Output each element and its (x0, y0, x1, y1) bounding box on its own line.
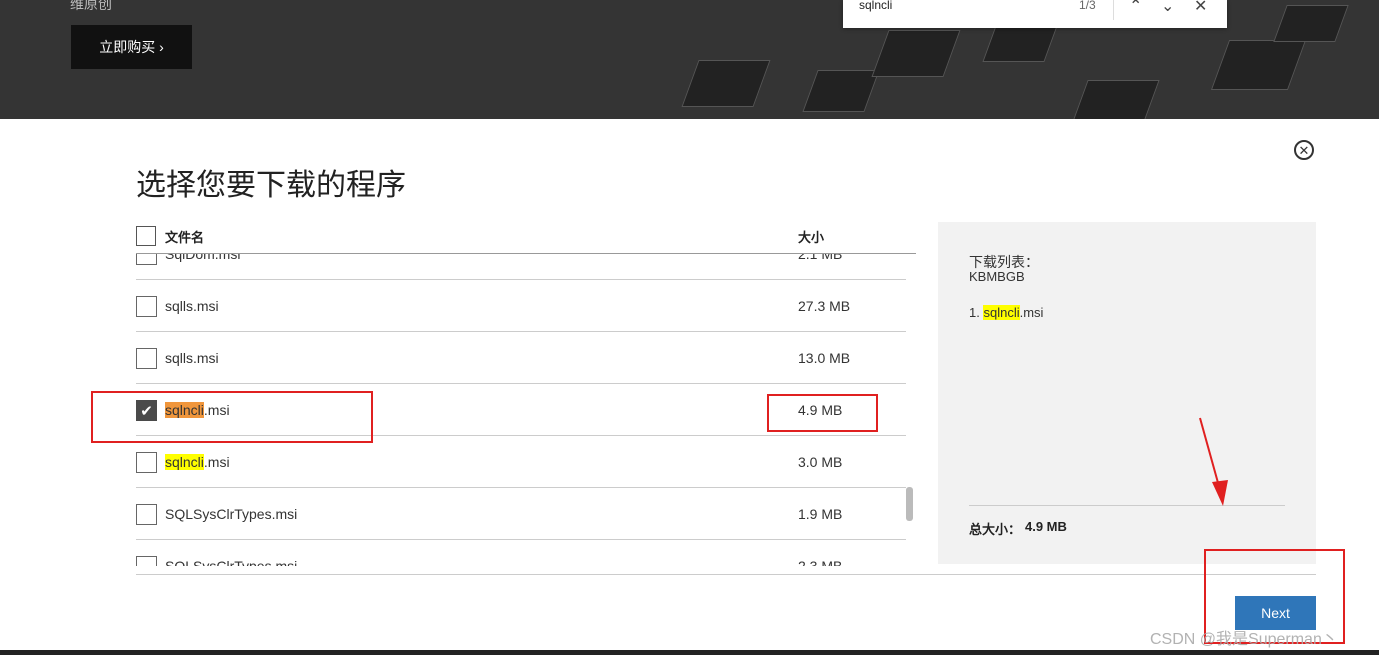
find-divider (1113, 0, 1114, 20)
close-icon[interactable]: ✕ (1194, 0, 1207, 16)
file-row[interactable]: SQLSysClrTypes.msi 1.9 MB (136, 488, 906, 540)
file-name-rest: .msi (203, 454, 230, 470)
panel-subtitle: KBMBGB (969, 269, 1025, 284)
laptop-image (1072, 80, 1160, 119)
list-scrollbar[interactable] (906, 487, 913, 521)
laptop-image (1273, 5, 1349, 42)
column-header-filename: 文件名 (165, 230, 205, 245)
file-row[interactable]: sqlncli.msi 3.0 MB (136, 436, 906, 488)
file-row[interactable]: SqlDom.msi 2.1 MB (136, 254, 906, 280)
file-name: sqlls.msi (165, 350, 219, 366)
file-checkbox[interactable] (136, 556, 157, 566)
page-bottom-strip (0, 650, 1379, 655)
annotation-arrow (1199, 417, 1228, 506)
file-size: 27.3 MB (798, 298, 851, 314)
file-name: sqlls.msi (165, 298, 219, 314)
file-name: SQLSysClrTypes.msi (165, 506, 298, 522)
file-size: 3.0 MB (798, 454, 843, 470)
file-checkbox[interactable] (136, 504, 157, 525)
file-checkbox[interactable] (136, 296, 157, 317)
download-list-panel: 下载列表： KBMBGB 1. sqlncli.msi 总大小： 4.9 MB (938, 222, 1316, 564)
close-circle-icon[interactable]: ✕ (1294, 140, 1314, 160)
footer-divider (136, 574, 1316, 575)
laptop-image (681, 60, 771, 107)
chevron-up-icon[interactable]: ⌃ (1129, 0, 1142, 16)
file-checkbox[interactable] (136, 254, 157, 265)
banner-text: 维原创 (70, 0, 112, 12)
find-match-count: 1/3 (1079, 0, 1096, 12)
find-input[interactable]: sqlncli (859, 0, 892, 12)
search-match-highlight: sqlncli (983, 305, 1020, 320)
selected-file-item: 1. sqlncli.msi (969, 305, 1043, 320)
file-checkbox[interactable] (136, 348, 157, 369)
file-row[interactable]: sqlls.msi 27.3 MB (136, 280, 906, 332)
item-name-rest: .msi (1019, 305, 1044, 320)
file-size: 1.9 MB (798, 506, 843, 522)
file-name: SQLSysClrTypes.msi (165, 558, 298, 566)
total-size-value: 4.9 MB (1025, 519, 1067, 534)
laptop-image (1210, 40, 1307, 90)
column-header-size: 大小 (798, 230, 825, 245)
buy-now-button[interactable]: 立即购买 › (71, 25, 192, 69)
annotation-box-file (91, 391, 373, 443)
modal-title: 选择您要下载的程序 (136, 169, 406, 202)
file-name: SqlDom.msi (165, 254, 241, 262)
file-row[interactable]: sqlls.msi 13.0 MB (136, 332, 906, 384)
laptop-image (871, 30, 961, 77)
annotation-box-size (767, 394, 878, 432)
file-row[interactable]: SQLSysClrTypes.msi 2.3 MB (136, 540, 906, 566)
laptop-image (802, 70, 880, 112)
find-in-page-bar: sqlncli 1/3 ⌃ ⌄ ✕ (843, 0, 1227, 28)
file-size: 2.1 MB (798, 254, 843, 262)
select-all-checkbox[interactable] (136, 226, 156, 246)
file-checkbox[interactable] (136, 452, 157, 473)
file-size: 13.0 MB (798, 350, 851, 366)
search-match-highlight: sqlncli (165, 454, 204, 470)
watermark: CSDN @我是Superman丶 (1150, 631, 1338, 648)
chevron-down-icon[interactable]: ⌄ (1161, 0, 1174, 16)
file-name: sqlncli.msi (165, 454, 230, 470)
total-size-label: 总大小： (969, 522, 1022, 537)
item-index: 1. (969, 305, 980, 320)
file-size: 2.3 MB (798, 558, 843, 566)
